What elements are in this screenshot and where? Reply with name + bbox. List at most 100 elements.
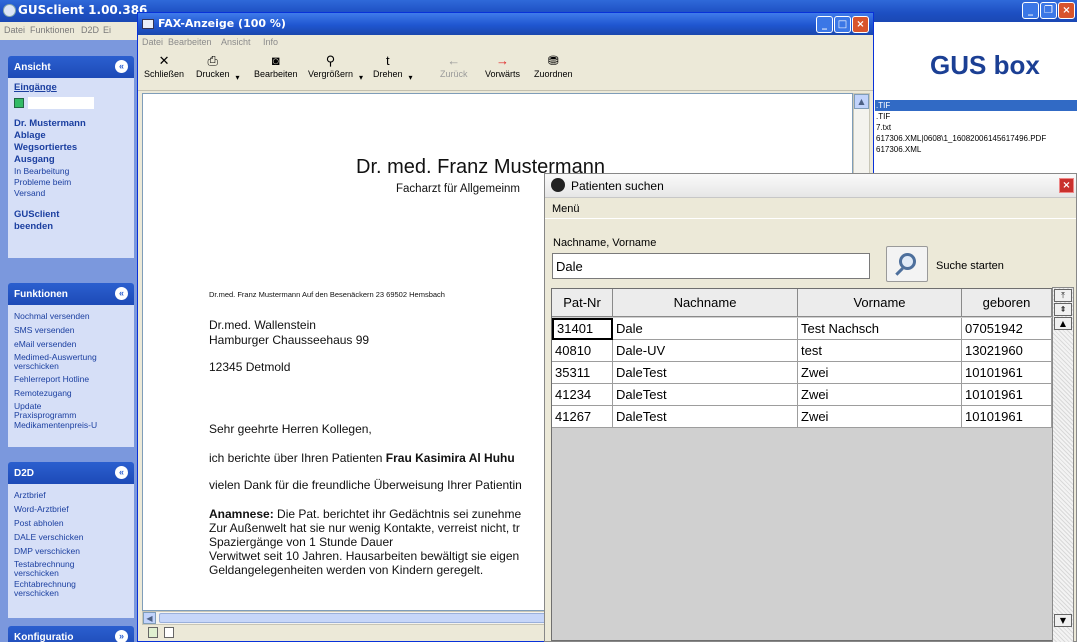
table-row[interactable]: 35311 DaleTest Zwei 10101961 xyxy=(552,362,1052,384)
cell-vorname[interactable]: Zwei xyxy=(798,406,962,428)
column-header-patnr[interactable]: Pat-Nr xyxy=(552,289,613,317)
panel-konfiguration-header[interactable]: Konfiguratio » xyxy=(8,626,134,642)
toolbar-vorwaerts-button[interactable]: → Vorwärts xyxy=(485,53,520,79)
cell-vorname[interactable]: Test Nachsch xyxy=(798,318,962,340)
sidebar-item-in-bearbeitung[interactable]: In Bearbeitung xyxy=(14,166,128,177)
cell-nachname[interactable]: Dale xyxy=(613,318,798,340)
collapse-icon[interactable]: « xyxy=(115,287,128,300)
cell-patnr[interactable]: 41234 xyxy=(552,384,613,406)
cell-nachname[interactable]: DaleTest xyxy=(613,406,798,428)
menu-ei[interactable]: Ei xyxy=(103,25,111,35)
scroll-top-icon[interactable]: ⤒ xyxy=(1054,289,1072,302)
expand-icon[interactable]: » xyxy=(115,630,128,642)
sidebar-item-probleme[interactable]: Probleme beim Versand xyxy=(14,177,84,199)
table-row[interactable]: 31401 Dale Test Nachsch 07051942 xyxy=(552,318,1052,340)
search-button[interactable] xyxy=(886,246,928,282)
cell-geboren[interactable]: 07051942 xyxy=(962,318,1052,340)
cell-patnr[interactable]: 40810 xyxy=(552,340,613,362)
panel-d2d-header[interactable]: D2D « xyxy=(8,462,134,484)
cell-patnr[interactable]: 31401 xyxy=(552,318,613,340)
toolbar-bearbeiten-button[interactable]: ◙ Bearbeiten xyxy=(254,53,298,79)
scroll-page-up-icon[interactable]: ⇞ xyxy=(1054,303,1072,316)
column-header-geboren[interactable]: geboren xyxy=(962,289,1052,317)
sidebar-item-ausgang[interactable]: Ausgang xyxy=(14,154,128,166)
toolbar-zuordnen-button[interactable]: ⛃ Zuordnen xyxy=(534,53,573,79)
collapse-icon[interactable]: « xyxy=(115,60,128,73)
page-icon[interactable] xyxy=(164,627,174,638)
sidebar-item-sms[interactable]: SMS versenden xyxy=(14,325,128,336)
sidebar-item-word-arztbrief[interactable]: Word-Arztbrief xyxy=(14,504,128,515)
close-icon[interactable]: × xyxy=(1059,178,1074,193)
table-row[interactable]: 41234 DaleTest Zwei 10101961 xyxy=(552,384,1052,406)
sidebar-item-email[interactable]: eMail versenden xyxy=(14,339,128,350)
cell-vorname[interactable]: test xyxy=(798,340,962,362)
maximize-icon[interactable]: □ xyxy=(834,16,851,33)
cell-geboren[interactable]: 10101961 xyxy=(962,362,1052,384)
toolbar-zurueck-button[interactable]: ← Zurück xyxy=(440,53,468,79)
fax-menu-bearbeiten[interactable]: Bearbeiten xyxy=(168,37,212,47)
toolbar-schliessen-button[interactable]: ✕ Schließen xyxy=(144,53,184,79)
toolbar-vergroessern-button[interactable]: ⚲ Vergrößern ▾ xyxy=(308,53,363,82)
table-row[interactable]: 41267 DaleTest Zwei 10101961 xyxy=(552,406,1052,428)
sidebar-item-mustermann[interactable]: Dr. Mustermann xyxy=(14,118,128,130)
scroll-down-icon[interactable]: ▼ xyxy=(1054,614,1072,627)
menu-d2d[interactable]: D2D xyxy=(81,25,99,35)
cell-vorname[interactable]: Zwei xyxy=(798,384,962,406)
sidebar-item-beenden[interactable]: GUSclient beenden xyxy=(14,209,74,233)
results-vertical-scrollbar[interactable]: ⤒ ⇞ ▲ ▼ xyxy=(1052,287,1074,642)
sidebar-item-medikamentenpreis[interactable]: Medikamentenpreis-U xyxy=(14,420,128,431)
sidebar-item-medimed[interactable]: Medimed-Auswertung verschicken xyxy=(14,353,129,371)
column-header-vorname[interactable]: Vorname xyxy=(798,289,962,317)
fax-menu-ansicht[interactable]: Ansicht xyxy=(221,37,251,47)
scroll-up-icon[interactable]: ▲ xyxy=(1054,317,1072,330)
column-header-nachname[interactable]: Nachname xyxy=(613,289,798,317)
cell-nachname[interactable]: Dale-UV xyxy=(613,340,798,362)
sidebar-item-dale[interactable]: DALE verschicken xyxy=(14,532,128,543)
sidebar-item-testabrechnung[interactable]: Testabrechnung verschicken xyxy=(14,560,84,578)
fax-menu-datei[interactable]: Datei xyxy=(142,37,163,47)
toolbar-drucken-button[interactable]: ⎙ Drucken ▾ xyxy=(196,53,240,82)
sidebar-item-ablage[interactable]: Ablage xyxy=(14,130,128,142)
cell-geboren[interactable]: 10101961 xyxy=(962,406,1052,428)
collapse-icon[interactable]: « xyxy=(115,466,128,479)
file-list-item[interactable]: 7.txt xyxy=(875,122,1077,133)
menu-datei[interactable]: Datei xyxy=(4,25,25,35)
scroll-up-icon[interactable]: ▲ xyxy=(854,94,869,109)
sidebar-item-dmp[interactable]: DMP verschicken xyxy=(14,546,128,557)
table-row[interactable]: 40810 Dale-UV test 13021960 xyxy=(552,340,1052,362)
file-list-item[interactable]: 617306.XML xyxy=(875,144,1077,155)
cell-nachname[interactable]: DaleTest xyxy=(613,362,798,384)
close-icon[interactable]: × xyxy=(852,16,869,33)
minimize-icon[interactable]: _ xyxy=(816,16,833,33)
sidebar-item-eingaenge[interactable]: Eingänge xyxy=(14,82,128,94)
cell-patnr[interactable]: 41267 xyxy=(552,406,613,428)
toolbar-drehen-button[interactable]: t Drehen ▾ xyxy=(373,53,413,82)
page-icon[interactable] xyxy=(148,627,158,638)
menu-menue[interactable]: Menü xyxy=(552,203,580,215)
cell-geboren[interactable]: 10101961 xyxy=(962,384,1052,406)
file-list-item[interactable]: .TIF xyxy=(875,111,1077,122)
cell-patnr[interactable]: 35311 xyxy=(552,362,613,384)
file-list-item[interactable]: 617306.XML|0608\1_16082006145617496.PDF xyxy=(875,133,1077,144)
minimize-icon[interactable]: _ xyxy=(1022,2,1039,19)
panel-funktionen-header[interactable]: Funktionen « xyxy=(8,283,134,305)
close-icon[interactable]: × xyxy=(1058,2,1075,19)
sidebar-item-post-abholen[interactable]: Post abholen xyxy=(14,518,128,529)
search-input[interactable] xyxy=(552,253,870,279)
scroll-left-icon[interactable]: ◀ xyxy=(143,612,156,624)
cell-nachname[interactable]: DaleTest xyxy=(613,384,798,406)
sidebar-item-wegsortiertes[interactable]: Wegsortiertes xyxy=(14,142,128,154)
sidebar-item-arztbrief[interactable]: Arztbrief xyxy=(14,490,128,501)
cell-geboren[interactable]: 13021960 xyxy=(962,340,1052,362)
sidebar-item-remotezugang[interactable]: Remotezugang xyxy=(14,388,128,399)
sidebar-item-fehlerreport[interactable]: Fehlerreport Hotline xyxy=(14,374,128,385)
panel-ansicht-header[interactable]: Ansicht « xyxy=(8,56,134,78)
sidebar-item-update[interactable]: Update Praxisprogramm xyxy=(14,402,76,420)
sidebar-item-echtabrechnung[interactable]: Echtabrechnung verschicken xyxy=(14,580,84,598)
cell-vorname[interactable]: Zwei xyxy=(798,362,962,384)
fax-menu-info[interactable]: Info xyxy=(263,37,278,47)
restore-icon[interactable]: ❐ xyxy=(1040,2,1057,19)
menu-funktionen[interactable]: Funktionen xyxy=(30,25,75,35)
file-list-item[interactable]: .TIF xyxy=(875,100,1077,111)
sidebar-item-nochmal-versenden[interactable]: Nochmal versenden xyxy=(14,311,128,322)
